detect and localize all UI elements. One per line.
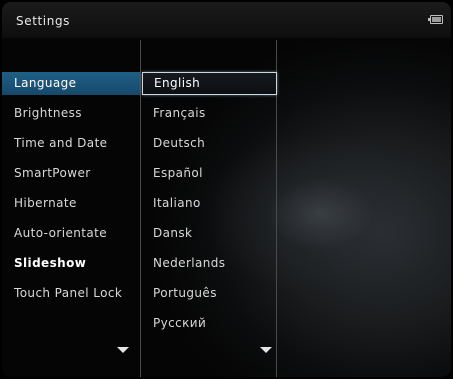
device-frame: Settings Language Brightness Time and Da… xyxy=(0,0,453,379)
chevron-down-icon[interactable] xyxy=(260,347,272,353)
language-item-portugues[interactable]: Português xyxy=(142,282,276,312)
language-item-english[interactable]: English xyxy=(142,72,277,95)
settings-item-slideshow[interactable]: Slideshow xyxy=(2,252,140,282)
language-item-dansk[interactable]: Dansk xyxy=(142,222,276,252)
page-title: Settings xyxy=(16,14,71,28)
settings-screen: Settings Language Brightness Time and Da… xyxy=(2,2,451,377)
language-item-russian[interactable]: Русский xyxy=(142,312,276,342)
title-bar: Settings xyxy=(2,2,451,38)
battery-icon xyxy=(428,15,443,24)
settings-item-touch-panel-lock[interactable]: Touch Panel Lock xyxy=(2,282,140,312)
settings-item-language[interactable]: Language xyxy=(2,72,140,95)
chevron-down-icon[interactable] xyxy=(117,347,129,353)
settings-item-smartpower[interactable]: SmartPower xyxy=(2,162,140,192)
column-divider xyxy=(140,40,141,377)
language-item-nederlands[interactable]: Nederlands xyxy=(142,252,276,282)
language-item-deutsch[interactable]: Deutsch xyxy=(142,132,276,162)
language-item-francais[interactable]: Français xyxy=(142,102,276,132)
language-item-italiano[interactable]: Italiano xyxy=(142,192,276,222)
settings-item-brightness[interactable]: Brightness xyxy=(2,102,140,132)
settings-item-auto-orientate[interactable]: Auto-orientate xyxy=(2,222,140,252)
settings-menu: Language Brightness Time and Date SmartP… xyxy=(2,72,140,312)
settings-item-hibernate[interactable]: Hibernate xyxy=(2,192,140,222)
settings-item-time-and-date[interactable]: Time and Date xyxy=(2,132,140,162)
language-item-espanol[interactable]: Español xyxy=(142,162,276,192)
language-menu: English Français Deutsch Español Italian… xyxy=(142,72,277,342)
